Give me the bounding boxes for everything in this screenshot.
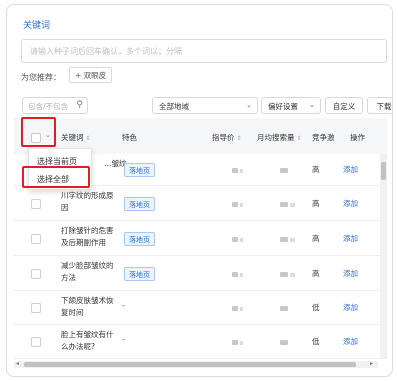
horizontal-scrollbar-thumb[interactable]: [24, 362, 356, 367]
scroll-left-icon[interactable]: ◂: [16, 360, 19, 367]
column-keyword[interactable]: 关键词 ⇕: [61, 132, 91, 143]
sort-icon[interactable]: ⇕: [86, 135, 91, 142]
add-link[interactable]: 添加: [343, 164, 358, 175]
custom-button[interactable]: 自定义: [325, 97, 363, 114]
price-value: [240, 169, 243, 173]
add-link[interactable]: 添加: [343, 336, 358, 347]
table-row: 减少脸部皱纹的方法 落地页 高 添加: [14, 256, 387, 291]
sort-icon[interactable]: ⇕: [237, 135, 242, 142]
recommend-tag[interactable]: + 双眼皮: [69, 67, 113, 83]
competition-value: 高: [312, 234, 320, 243]
chevron-down-icon: ⌄: [309, 101, 315, 109]
filter-search-placeholder: 包含/不包含: [28, 102, 69, 111]
volume-value: [280, 202, 288, 207]
volume-value: [280, 340, 288, 345]
price-value: [240, 307, 243, 311]
keyword-cell: 川字纹的形成原因: [61, 191, 114, 212]
download-button[interactable]: 下载: [367, 97, 392, 114]
keyword-cell: 打除皱针的危害及后期副作用: [61, 226, 114, 247]
preference-select-value: 偏好设置: [268, 102, 298, 111]
sort-icon[interactable]: ⇕: [297, 135, 302, 142]
table-row: 川字纹的形成原因 落地页 高 添加: [14, 186, 387, 221]
price-value: [232, 340, 238, 345]
select-all-option-highlight: [22, 166, 90, 188]
filter-search-input[interactable]: 包含/不包含 ⚲: [22, 97, 88, 114]
column-price-label: 指导价: [212, 133, 235, 142]
volume-value: [290, 238, 295, 242]
competition-value: 高: [312, 165, 320, 174]
price-value: [240, 341, 243, 345]
table-row: 脸上有皱纹有什么办法呢? - 低 添加: [14, 325, 387, 359]
horizontal-scrollbar[interactable]: [14, 361, 378, 368]
scroll-right-icon[interactable]: ▸: [370, 360, 373, 367]
column-volume[interactable]: 月均搜索量 ⇕: [257, 132, 302, 143]
volume-value: [290, 273, 295, 277]
competition-value: 高: [312, 199, 320, 208]
competition-value: 高: [312, 269, 320, 278]
price-value: [240, 203, 243, 207]
feature-empty: -: [122, 335, 125, 344]
keyword-cell: 下颌皮肤皱术恢复时间: [61, 296, 114, 317]
row-checkbox[interactable]: [31, 269, 41, 279]
volume-value: [280, 306, 288, 311]
keyword-cell: 减少脸部皱纹的方法: [61, 261, 114, 282]
recommend-label: 为您推荐：: [21, 73, 61, 82]
column-feature: 特色: [122, 133, 137, 142]
price-value: [240, 238, 243, 242]
add-link[interactable]: 添加: [343, 302, 358, 313]
feature-tag[interactable]: 落地页: [124, 232, 155, 246]
keywords-title: 关键词: [23, 21, 51, 31]
row-checkbox[interactable]: [31, 199, 41, 209]
region-select-value: 全部地域: [159, 102, 189, 111]
row-checkbox[interactable]: [31, 234, 41, 244]
add-link[interactable]: 添加: [343, 233, 358, 244]
price-value: [232, 168, 238, 173]
column-price[interactable]: 指导价 ⇕: [212, 132, 242, 143]
column-volume-label: 月均搜索量: [257, 133, 295, 142]
region-select[interactable]: 全部地域 ⌄: [152, 97, 258, 114]
table-row: 打除皱针的危害及后期副作用 落地页 高 添加: [14, 221, 387, 256]
feature-tag[interactable]: 落地页: [124, 267, 155, 281]
feature-tag[interactable]: 落地页: [124, 197, 155, 211]
row-checkbox[interactable]: [31, 303, 41, 313]
table-row: 下颌皮肤皱术恢复时间 - 低 添加: [14, 291, 387, 325]
feature-empty: -: [122, 301, 125, 310]
price-value: [232, 272, 238, 277]
volume-value: [290, 203, 295, 207]
price-value: [232, 306, 238, 311]
feature-tag[interactable]: 落地页: [124, 163, 155, 177]
add-link[interactable]: 添加: [343, 198, 358, 209]
seed-keyword-input[interactable]: 请输入种子词后回车确认，多个词以；分隔: [21, 39, 387, 63]
vertical-scrollbar-thumb[interactable]: [381, 162, 386, 180]
search-icon[interactable]: ⚲: [76, 100, 83, 110]
price-value: [232, 237, 238, 242]
volume-value: [280, 237, 288, 242]
competition-value: 低: [312, 337, 320, 346]
volume-value: [280, 168, 288, 173]
preference-select[interactable]: 偏好设置 ⌄: [261, 97, 321, 114]
volume-value: [280, 272, 288, 277]
price-value: [240, 273, 243, 277]
column-competition: 竞争激: [312, 133, 335, 142]
keyword-cell: 脸上有皱纹有什么办法呢?: [61, 330, 114, 351]
add-link[interactable]: 添加: [343, 268, 358, 279]
row-checkbox[interactable]: [31, 337, 41, 347]
column-keyword-label: 关键词: [61, 133, 84, 142]
select-all-highlight: [21, 117, 56, 147]
competition-value: 低: [312, 303, 320, 312]
vertical-scrollbar[interactable]: [380, 154, 387, 359]
chevron-down-icon: ⌄: [246, 101, 252, 109]
price-value: [232, 202, 238, 207]
column-action: 操作: [350, 133, 365, 142]
